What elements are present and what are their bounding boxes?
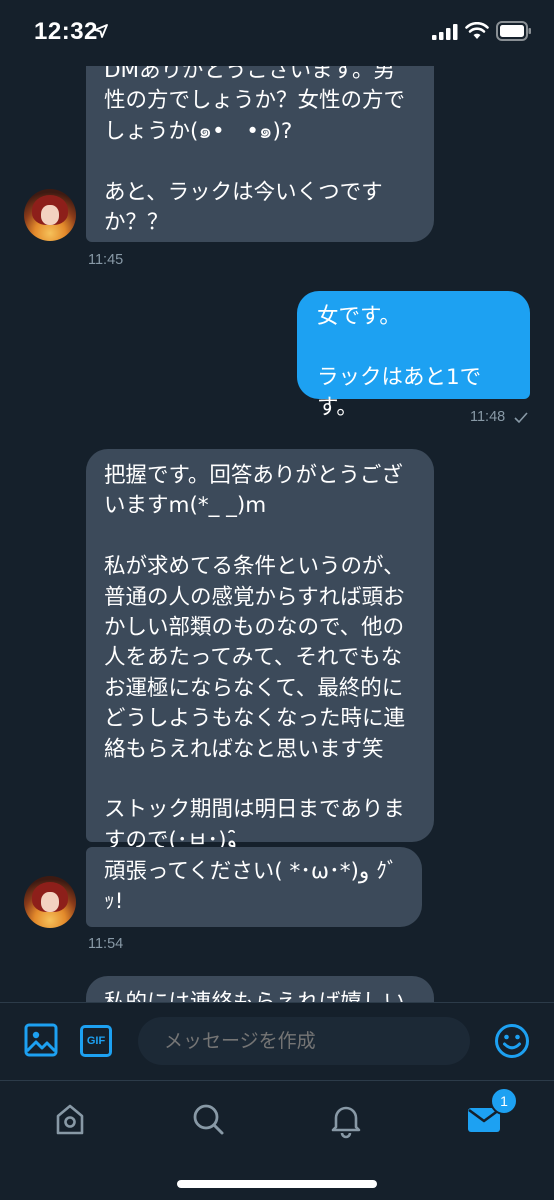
avatar[interactable] bbox=[24, 876, 76, 928]
avatar-face bbox=[41, 892, 59, 912]
bell-icon[interactable] bbox=[326, 1099, 366, 1139]
dm-conversation-screen: 12:32 DMありがとうございます。男性の方でしょうか？女性の方でしょうか(๑… bbox=[0, 0, 554, 1200]
received-message-bubble[interactable]: DMありがとうございます。男性の方でしょうか？女性の方でしょうか(๑• •๑)?… bbox=[86, 66, 434, 242]
message-timestamp: 11:54 bbox=[88, 936, 124, 952]
received-message-bubble[interactable]: 私的には連絡もらえれば嬉しいの bbox=[86, 976, 434, 1002]
received-message-bubble[interactable]: 頑張ってください( *･ω･*)و ｸﾞｯ! bbox=[86, 847, 422, 927]
gif-icon[interactable]: GIF bbox=[80, 1025, 112, 1057]
battery-icon bbox=[496, 21, 531, 41]
search-icon[interactable] bbox=[188, 1099, 228, 1139]
home-icon[interactable] bbox=[50, 1099, 90, 1139]
home-indicator bbox=[177, 1180, 377, 1188]
sent-message-bubble[interactable]: 女です。 ラックはあと1です。 bbox=[297, 291, 530, 420]
message-list[interactable]: DMありがとうございます。男性の方でしょうか？女性の方でしょうか(๑• •๑)?… bbox=[0, 66, 554, 1002]
status-bar: 12:32 bbox=[0, 0, 554, 66]
unread-badge: 1 bbox=[490, 1087, 518, 1115]
avatar-face bbox=[41, 205, 59, 225]
message-composer: GIF bbox=[0, 1002, 554, 1080]
wifi-icon bbox=[465, 22, 489, 39]
status-time: 12:32 bbox=[34, 18, 98, 45]
message-timestamp: 11:45 bbox=[88, 252, 124, 268]
avatar[interactable] bbox=[24, 189, 76, 241]
message-input[interactable] bbox=[138, 1017, 470, 1065]
emoji-icon[interactable] bbox=[494, 1023, 530, 1059]
message-timestamp: 11:48 bbox=[470, 409, 506, 425]
received-message-bubble[interactable]: 把握です。回答ありがとうございますm(*_ _)m 私が求めてる条件というのが、… bbox=[86, 449, 434, 853]
read-check-icon bbox=[514, 412, 528, 424]
signal-icon bbox=[432, 24, 458, 40]
location-arrow-icon bbox=[94, 24, 108, 38]
image-icon[interactable] bbox=[24, 1023, 58, 1057]
